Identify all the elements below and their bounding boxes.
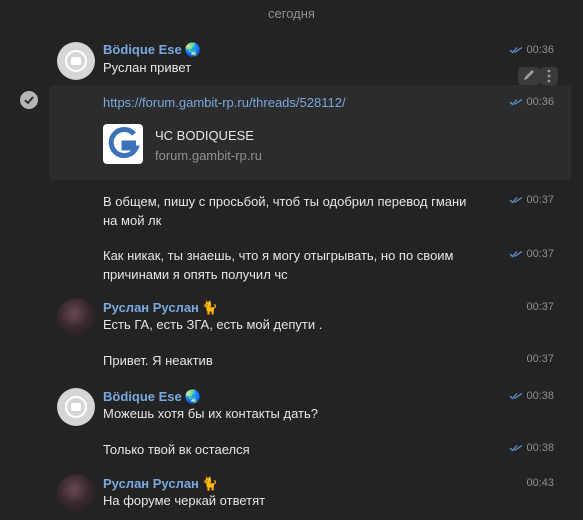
double-check-icon [510, 251, 523, 258]
edit-message-button[interactable] [518, 67, 540, 85]
message-time: 00:38 [509, 442, 554, 454]
globe-icon: 🌏 [184, 42, 201, 57]
pencil-icon [524, 70, 534, 80]
message-text: Как никак, ты знаешь, что я могу отыгрыв… [103, 248, 454, 282]
message-text: На форуме черкай ответят [103, 493, 266, 508]
author-name: Bödique Ese [103, 42, 182, 57]
link-preview-domain: forum.gambit-rp.ru [155, 148, 262, 163]
double-check-icon [510, 47, 523, 54]
message-link[interactable]: https://forum.gambit-rp.ru/threads/52811… [103, 95, 346, 110]
more-actions-button[interactable] [540, 67, 558, 85]
message-text: Есть ГА, есть ЗГА, есть мой депути . [103, 317, 323, 332]
cat-icon: 🐈 [201, 476, 219, 491]
message-author[interactable]: Руслан Руслан 🐈 [103, 300, 218, 316]
message-author[interactable]: Bödique Ese 🌏 [103, 389, 201, 405]
message-text: Можешь хотя бы их контакты дать? [103, 406, 318, 421]
author-name: Bödique Ese [103, 389, 182, 404]
link-preview-title[interactable]: ЧС BODIQUESE [155, 128, 254, 143]
message-text: Привет. Я неактив [103, 353, 213, 368]
message-text: В общем, пишу с просьбой, чтоб ты одобри… [103, 194, 467, 228]
message-time: 00:37 [526, 301, 554, 313]
avatar[interactable] [57, 388, 95, 426]
double-check-icon [510, 445, 523, 452]
link-preview-logo[interactable] [103, 124, 143, 164]
message-author[interactable]: Bödique Ese 🌏 [103, 42, 201, 58]
cat-icon: 🐈 [201, 300, 219, 315]
message-time: 00:36 [509, 96, 554, 108]
globe-icon: 🌏 [184, 389, 201, 404]
message-text: Руслан привет [103, 60, 192, 75]
avatar[interactable] [57, 474, 95, 512]
message-time: 00:43 [526, 477, 554, 489]
double-check-icon [510, 197, 523, 204]
author-name: Руслан Руслан [103, 300, 199, 315]
author-name: Руслан Руслан [103, 476, 199, 491]
message-time: 00:37 [526, 353, 554, 365]
double-check-icon [510, 99, 523, 106]
date-separator: сегодня [268, 6, 315, 21]
message-text: Только твой вк остаелся [103, 442, 250, 457]
message-time: 00:38 [509, 390, 554, 402]
avatar[interactable] [57, 42, 95, 80]
message-time: 00:37 [509, 248, 554, 260]
check-circle-icon[interactable] [20, 91, 38, 109]
more-icon [547, 69, 551, 83]
message-time: 00:37 [509, 194, 554, 206]
avatar[interactable] [57, 298, 95, 336]
message-author[interactable]: Руслан Руслан 🐈 [103, 476, 218, 492]
message-time: 00:36 [509, 44, 554, 56]
double-check-icon [510, 393, 523, 400]
